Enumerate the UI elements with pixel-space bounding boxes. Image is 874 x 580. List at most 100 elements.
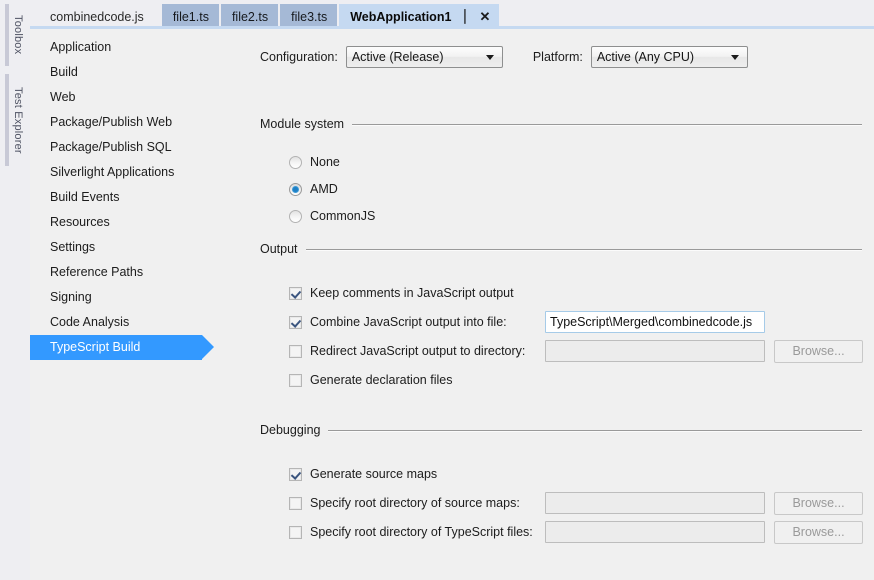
redirect-output-control[interactable]: Redirect JavaScript output to directory: <box>289 344 525 358</box>
redirect-output-input[interactable] <box>545 340 765 362</box>
option-source-map-root: Specify root directory of source maps: B… <box>260 491 863 515</box>
module-system-group: Module system None AMD CommonJS <box>260 116 862 226</box>
radio-option-amd[interactable]: AMD <box>289 179 862 199</box>
source-map-root-input[interactable] <box>545 492 765 514</box>
sidebar-item-web-label: Web <box>50 90 76 104</box>
keep-comments-label: Keep comments in JavaScript output <box>310 286 514 300</box>
dock-strip: Toolbox Test Explorer <box>0 0 30 580</box>
configuration-dropdown[interactable]: Active (Release) <box>345 46 503 68</box>
sidebar-item-signing[interactable]: Signing <box>30 285 218 310</box>
generate-source-maps-control[interactable]: Generate source maps <box>289 467 437 481</box>
chevron-down-icon <box>485 55 494 60</box>
platform-value: Active (Any CPU) <box>596 50 695 64</box>
generate-declaration-control[interactable]: Generate declaration files <box>289 373 452 387</box>
category-sidebar: Application Build Web Package/Publish We… <box>30 29 218 580</box>
tab-file2-ts-label: file2.ts <box>231 9 269 24</box>
output-header: Output <box>260 241 862 257</box>
dock-tab-test-explorer-label: Test Explorer <box>12 86 24 154</box>
source-map-root-label: Specify root directory of source maps: <box>310 496 520 510</box>
generate-declaration-checkbox[interactable] <box>289 373 302 387</box>
sidebar-item-resources-label: Resources <box>50 215 110 229</box>
source-map-root-browse-button[interactable]: Browse... <box>774 491 863 515</box>
dock-tab-toolbox[interactable]: Toolbox <box>5 4 27 66</box>
configuration-row: Configuration: Active (Release) Platform… <box>260 46 748 68</box>
sidebar-item-web[interactable]: Web <box>30 85 218 110</box>
sidebar-item-package-publish-web[interactable]: Package/Publish Web <box>30 110 218 135</box>
sidebar-item-silverlight-applications[interactable]: Silverlight Applications <box>30 160 218 185</box>
pin-icon[interactable]: ⏐ <box>458 9 471 24</box>
group-divider <box>328 429 862 431</box>
module-system-header: Module system <box>260 116 862 132</box>
platform-label: Platform: <box>532 50 583 64</box>
radio-none-icon[interactable] <box>289 155 302 169</box>
redirect-output-label: Redirect JavaScript output to directory: <box>310 344 526 358</box>
sidebar-item-settings-label: Settings <box>50 240 96 254</box>
radio-amd-label: AMD <box>310 182 338 196</box>
radio-none-label: None <box>310 155 340 169</box>
radio-commonjs-label: CommonJS <box>310 209 376 223</box>
radio-amd-icon[interactable] <box>289 182 302 196</box>
settings-pane: Configuration: Active (Release) Platform… <box>218 29 874 580</box>
sidebar-item-code-analysis-label: Code Analysis <box>50 315 130 329</box>
properties-window: Toolbox Test Explorer combinedcode.js fi… <box>0 0 874 580</box>
tab-combinedcode-js-label: combinedcode.js <box>50 9 144 24</box>
sidebar-item-package-publish-web-label: Package/Publish Web <box>50 115 173 129</box>
document-tab-bar: combinedcode.js file1.ts file2.ts file3.… <box>30 0 874 29</box>
keep-comments-checkbox[interactable] <box>289 286 302 300</box>
source-map-root-checkbox[interactable] <box>289 496 302 510</box>
tab-file1-ts-label: file1.ts <box>172 9 209 24</box>
debugging-header: Debugging <box>260 422 862 438</box>
sidebar-item-code-analysis[interactable]: Code Analysis <box>30 310 218 335</box>
generate-source-maps-checkbox[interactable] <box>289 467 302 481</box>
sidebar-item-build[interactable]: Build <box>30 60 218 85</box>
option-redirect-output: Redirect JavaScript output to directory:… <box>260 339 863 363</box>
option-combine-output: Combine JavaScript output into file: Typ… <box>260 311 862 333</box>
sidebar-item-build-events[interactable]: Build Events <box>30 185 218 210</box>
sidebar-item-resources[interactable]: Resources <box>30 210 218 235</box>
output-title: Output <box>260 242 306 256</box>
tab-file3-ts-label: file3.ts <box>291 9 328 24</box>
tab-webapplication1-label: WebApplication1 <box>350 9 452 24</box>
keep-comments-control[interactable]: Keep comments in JavaScript output <box>289 286 514 300</box>
sidebar-item-typescript-build[interactable]: TypeScript Build <box>30 335 214 360</box>
typescript-root-label: Specify root directory of TypeScript fil… <box>310 525 533 539</box>
typescript-root-browse-button[interactable]: Browse... <box>774 520 863 544</box>
platform-dropdown[interactable]: Active (Any CPU) <box>590 46 748 68</box>
generate-source-maps-label: Generate source maps <box>310 467 438 481</box>
sidebar-item-reference-paths[interactable]: Reference Paths <box>30 260 218 285</box>
sidebar-item-build-events-label: Build Events <box>50 190 120 204</box>
dock-tab-toolbox-label: Toolbox <box>12 15 24 55</box>
typescript-root-checkbox[interactable] <box>289 525 302 539</box>
combine-output-control[interactable]: Combine JavaScript output into file: <box>289 315 507 329</box>
dock-tab-test-explorer[interactable]: Test Explorer <box>5 74 27 166</box>
close-icon[interactable]: ✕ <box>478 9 491 24</box>
sidebar-item-build-label: Build <box>50 65 78 79</box>
typescript-root-control[interactable]: Specify root directory of TypeScript fil… <box>289 525 533 539</box>
radio-option-commonjs[interactable]: CommonJS <box>289 206 862 226</box>
combine-output-input[interactable]: TypeScript\Merged\combinedcode.js <box>545 311 765 333</box>
group-divider <box>352 123 862 125</box>
typescript-root-input[interactable] <box>545 521 765 543</box>
configuration-label: Configuration: <box>260 50 338 64</box>
sidebar-item-settings[interactable]: Settings <box>30 235 218 260</box>
option-generate-source-maps: Generate source maps <box>260 463 862 485</box>
group-divider <box>305 248 862 250</box>
radio-commonjs-icon[interactable] <box>289 209 302 223</box>
module-system-title: Module system <box>260 117 353 131</box>
output-group: Output Keep comments in JavaScript outpu… <box>260 241 863 391</box>
sidebar-item-silverlight-applications-label: Silverlight Applications <box>50 165 175 179</box>
combine-output-checkbox[interactable] <box>289 315 302 329</box>
source-map-root-control[interactable]: Specify root directory of source maps: <box>289 496 520 510</box>
debugging-title: Debugging <box>260 423 329 437</box>
sidebar-item-package-publish-sql[interactable]: Package/Publish SQL <box>30 135 218 160</box>
option-keep-comments: Keep comments in JavaScript output <box>260 282 862 304</box>
sidebar-item-application[interactable]: Application <box>30 35 218 60</box>
option-typescript-root: Specify root directory of TypeScript fil… <box>260 520 863 544</box>
redirect-output-browse-button[interactable]: Browse... <box>774 339 863 363</box>
radio-option-none[interactable]: None <box>289 152 862 172</box>
sidebar-item-signing-label: Signing <box>50 290 92 304</box>
redirect-output-checkbox[interactable] <box>289 344 302 358</box>
generate-declaration-label: Generate declaration files <box>310 373 453 387</box>
debugging-group: Debugging Generate source maps Specify r… <box>260 422 863 544</box>
platform-group: Platform: Active (Any CPU) <box>533 46 748 68</box>
